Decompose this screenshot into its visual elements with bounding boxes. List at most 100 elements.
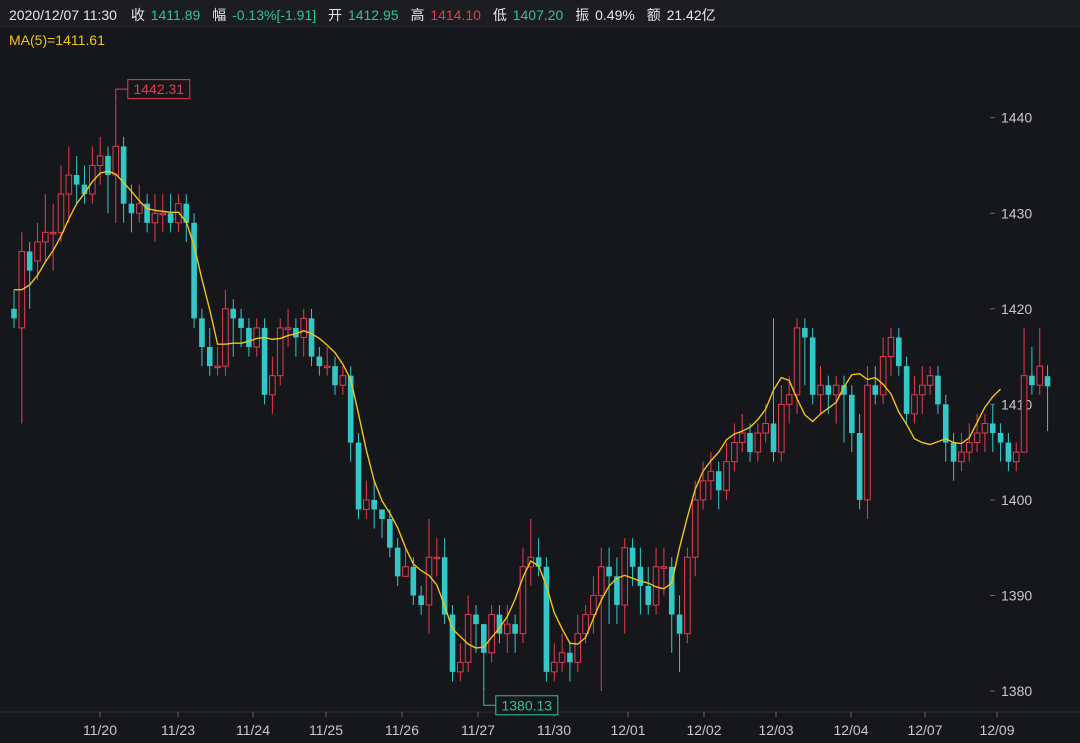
candle-body <box>660 566 668 569</box>
candle <box>1012 442 1020 472</box>
candle <box>558 633 566 672</box>
candle <box>183 194 190 242</box>
candle <box>645 566 652 615</box>
candle <box>965 423 973 462</box>
candle-body <box>1036 365 1044 386</box>
candle-body <box>96 155 104 166</box>
candle-body <box>645 585 652 606</box>
candle-body <box>973 432 981 444</box>
candle-body <box>849 394 855 434</box>
candle <box>481 624 487 690</box>
candle <box>371 480 377 529</box>
candle <box>1044 365 1051 432</box>
candle-body <box>567 652 573 663</box>
candle <box>1036 327 1044 395</box>
candle-body <box>159 212 167 216</box>
candle-body <box>371 499 377 510</box>
candle-body <box>512 624 518 634</box>
candle <box>958 433 965 472</box>
candle <box>293 318 299 357</box>
candle <box>363 480 370 520</box>
candle-body <box>879 356 887 396</box>
candle <box>1029 347 1035 395</box>
candle <box>809 327 816 405</box>
candle-body <box>582 614 589 635</box>
candlestick-chart[interactable]: 1380139014001410142014301440 11/20 11/23 1… <box>0 0 1080 743</box>
candle-body <box>778 403 785 453</box>
candle <box>543 557 550 682</box>
candle-body <box>379 509 385 520</box>
y-tick-label: 1380 <box>1001 683 1032 699</box>
candle-body <box>57 193 65 233</box>
annotation-label: 1442.31 <box>133 81 184 97</box>
candle-body <box>754 432 762 453</box>
candle <box>11 289 17 328</box>
candle-body <box>65 174 73 195</box>
candle-body <box>785 394 793 405</box>
candle-body <box>981 422 989 434</box>
candle <box>159 194 167 233</box>
low-annotation: 1380.13 <box>483 687 559 716</box>
candle-body <box>284 327 292 330</box>
candle <box>253 318 261 357</box>
x-tick-label: 11/30 <box>537 722 571 738</box>
candle <box>895 327 902 376</box>
candle <box>849 385 855 453</box>
candle-body <box>699 480 707 501</box>
candle-body <box>887 336 895 358</box>
candle <box>316 347 323 376</box>
candle <box>684 547 691 644</box>
candle <box>911 375 918 424</box>
candle-body <box>11 308 17 319</box>
candle <box>230 299 237 357</box>
candle <box>464 595 472 672</box>
candle-body <box>935 375 941 405</box>
candle-body <box>809 337 816 395</box>
candle <box>89 146 96 204</box>
candle <box>621 538 629 634</box>
candle-body <box>965 442 973 453</box>
candle <box>81 165 88 204</box>
candle <box>199 308 205 367</box>
candle-body <box>253 327 261 348</box>
candle-body <box>308 318 315 357</box>
candle-body <box>864 384 871 501</box>
candle-body <box>1012 451 1020 463</box>
candle <box>887 327 895 376</box>
candle-body <box>691 499 699 558</box>
candle-body <box>199 318 205 348</box>
candle <box>49 203 57 271</box>
candle-body <box>464 614 472 663</box>
candle-body <box>300 317 308 338</box>
y-tick-label: 1440 <box>1001 110 1032 126</box>
candle <box>997 423 1004 462</box>
candle-body <box>911 394 918 415</box>
y-tick-label: 1420 <box>1001 301 1032 317</box>
candle <box>214 347 221 376</box>
candle-body <box>73 175 80 185</box>
candle-body <box>112 145 120 176</box>
candle-body <box>997 433 1004 443</box>
candle-body <box>433 556 441 560</box>
candle-body <box>872 385 879 395</box>
x-tick-label: 12/02 <box>686 722 721 738</box>
candle <box>457 643 464 682</box>
x-tick-label: 11/25 <box>309 722 343 738</box>
candle-body <box>206 347 213 367</box>
candle <box>191 213 197 328</box>
candle <box>355 433 362 520</box>
candle-body <box>481 624 487 653</box>
candle-body <box>597 566 605 596</box>
candle-body <box>316 356 323 367</box>
candle <box>1020 327 1028 453</box>
candle-body <box>731 442 738 463</box>
candle-body <box>832 384 840 396</box>
candle-body <box>503 623 511 635</box>
candle <box>42 194 49 262</box>
y-tick-label: 1390 <box>1001 587 1032 603</box>
candle-body <box>402 566 409 577</box>
candle <box>614 557 620 625</box>
candle-body <box>558 652 566 663</box>
candle <box>284 308 292 348</box>
candle-body <box>903 366 910 414</box>
